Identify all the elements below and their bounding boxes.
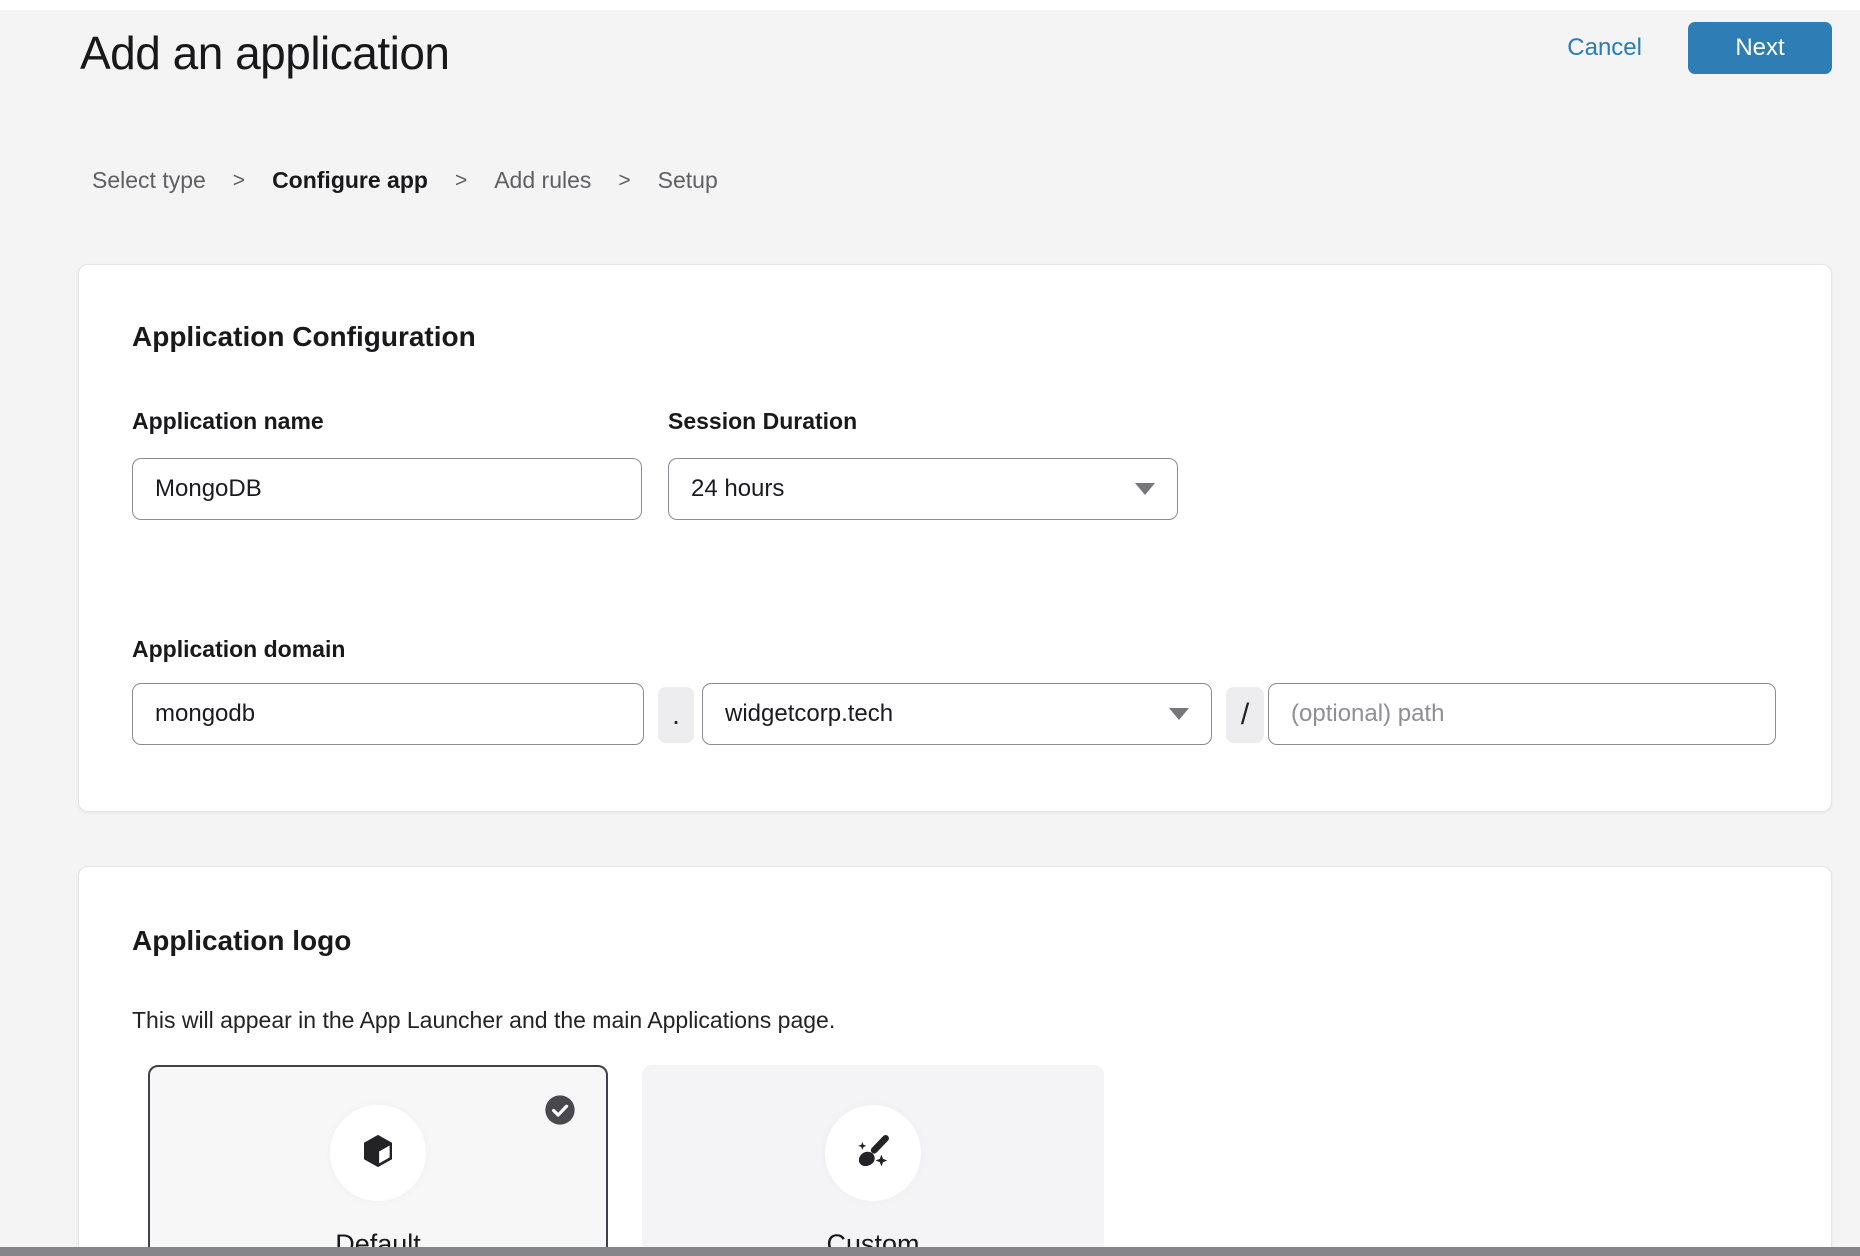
paintbrush-sparkles-icon [851, 1129, 895, 1178]
path-input[interactable] [1268, 683, 1776, 745]
step-configure-app[interactable]: Configure app [272, 167, 428, 194]
dot-separator: . [658, 687, 694, 743]
step-select-type[interactable]: Select type [92, 167, 206, 194]
logo-option-custom[interactable]: Custom [642, 1065, 1104, 1256]
logo-option-default[interactable]: Default [148, 1065, 608, 1256]
session-duration-select[interactable]: 24 hours [668, 458, 1178, 520]
application-domain-label: Application domain [132, 636, 345, 663]
cancel-button[interactable]: Cancel [1567, 34, 1642, 62]
logo-description: This will appear in the App Launcher and… [132, 1007, 835, 1034]
session-duration-value: 24 hours [691, 475, 784, 503]
step-setup[interactable]: Setup [658, 167, 718, 194]
breadcrumb: Select type > Configure app > Add rules … [92, 167, 718, 194]
configuration-heading: Application Configuration [132, 321, 476, 353]
add-application-page: Add an application Cancel Next Select ty… [0, 0, 1860, 1256]
custom-logo-circle [825, 1105, 921, 1201]
subdomain-input[interactable] [132, 683, 644, 745]
cube-icon [357, 1130, 399, 1177]
default-logo-circle [330, 1105, 426, 1201]
application-logo-card: Application logo This will appear in the… [78, 866, 1832, 1256]
slash-separator: / [1226, 687, 1264, 743]
page-title: Add an application [80, 26, 450, 80]
breadcrumb-separator: > [618, 169, 630, 193]
top-strip [0, 0, 1860, 10]
breadcrumb-separator: > [233, 169, 245, 193]
step-add-rules[interactable]: Add rules [494, 167, 591, 194]
breadcrumb-separator: > [455, 169, 467, 193]
application-configuration-card: Application Configuration Application na… [78, 264, 1832, 812]
application-name-input[interactable] [132, 458, 642, 520]
session-duration-label: Session Duration [668, 408, 857, 435]
domain-value: widgetcorp.tech [725, 700, 893, 728]
header-actions: Cancel Next [1567, 22, 1832, 74]
domain-select[interactable]: widgetcorp.tech [702, 683, 1212, 745]
chevron-down-icon [1169, 708, 1189, 720]
selected-check-icon [544, 1094, 576, 1126]
application-name-label: Application name [132, 408, 324, 435]
next-button[interactable]: Next [1688, 22, 1832, 74]
logo-heading: Application logo [132, 925, 351, 957]
window-bottom-edge [0, 1247, 1860, 1256]
chevron-down-icon [1135, 483, 1155, 495]
